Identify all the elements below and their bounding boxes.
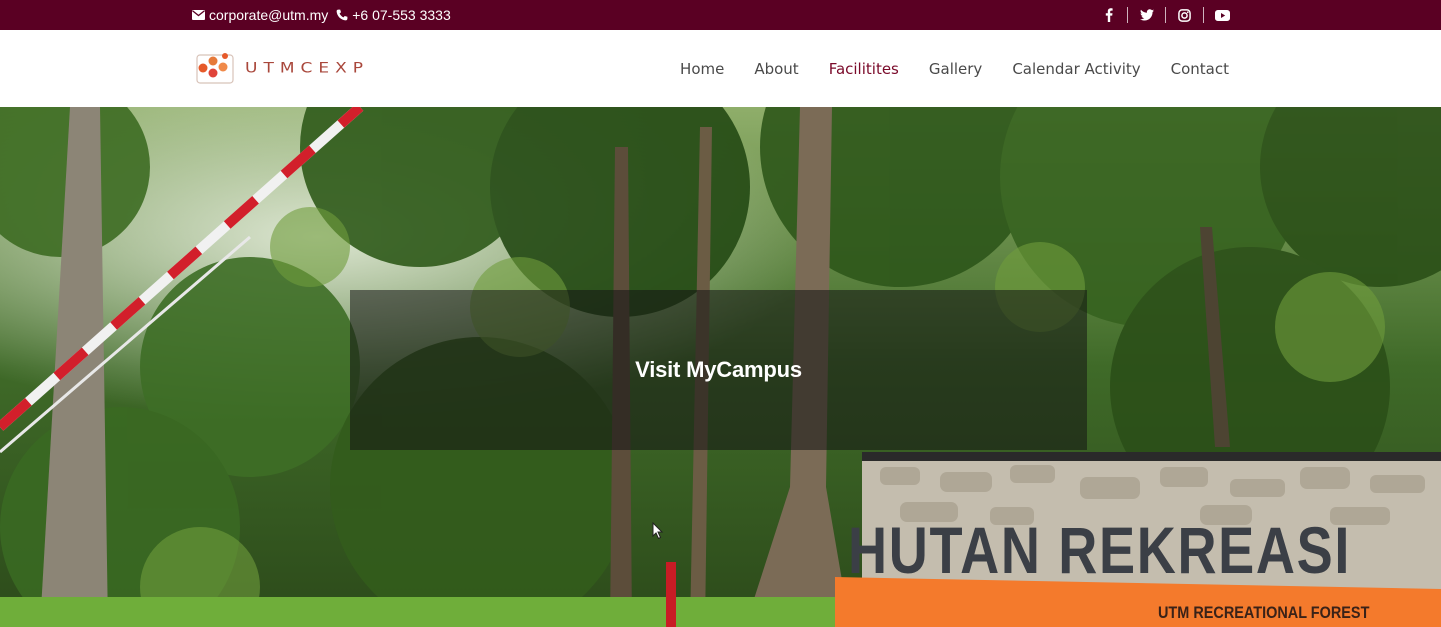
nav-contact[interactable]: Contact	[1171, 60, 1229, 78]
phone-text: +6 07-553 3333	[352, 7, 451, 23]
email-text: corporate@utm.my	[209, 7, 329, 23]
sign-subtitle: UTM RECREATIONAL FOREST	[1158, 603, 1370, 622]
nav-calendar-activity[interactable]: Calendar Activity	[1012, 60, 1140, 78]
nav-gallery[interactable]: Gallery	[929, 60, 982, 78]
facebook-icon	[1105, 8, 1113, 22]
instagram-icon	[1178, 8, 1191, 22]
nav-home[interactable]: Home	[680, 60, 724, 78]
twitter-link[interactable]	[1128, 0, 1165, 30]
main-header: UTMCEXP Home About Facilitites Gallery C…	[0, 30, 1441, 107]
logo-wordmark: UTMCEXP	[245, 59, 370, 77]
hero-banner: HUTAN REKREASI UTM RECREATIONAL FOREST V…	[0, 107, 1441, 627]
youtube-icon	[1215, 9, 1230, 21]
facebook-link[interactable]	[1090, 0, 1127, 30]
social-links	[1090, 0, 1241, 30]
email-link[interactable]: corporate@utm.my	[192, 7, 328, 23]
contact-info: corporate@utm.my +6 07-553 3333	[192, 0, 451, 30]
nav-about[interactable]: About	[754, 60, 798, 78]
logo-mark-icon	[196, 53, 234, 84]
phone-icon	[336, 9, 348, 21]
instagram-link[interactable]	[1166, 0, 1203, 30]
mouse-cursor-icon	[652, 522, 664, 540]
hero-title: Visit MyCampus	[635, 357, 802, 382]
site-logo[interactable]: UTMCEXP	[195, 50, 369, 86]
sign-title: HUTAN REKREASI	[848, 513, 1352, 587]
phone-link[interactable]: +6 07-553 3333	[336, 7, 451, 23]
envelope-icon	[192, 10, 205, 20]
top-bar: corporate@utm.my +6 07-553 3333	[0, 0, 1441, 30]
hero-overlay-box: Visit MyCampus	[350, 290, 1087, 450]
nav-facilities[interactable]: Facilitites	[829, 60, 899, 78]
primary-nav: Home About Facilitites Gallery Calendar …	[680, 30, 1229, 107]
youtube-link[interactable]	[1204, 0, 1241, 30]
twitter-icon	[1139, 9, 1154, 21]
